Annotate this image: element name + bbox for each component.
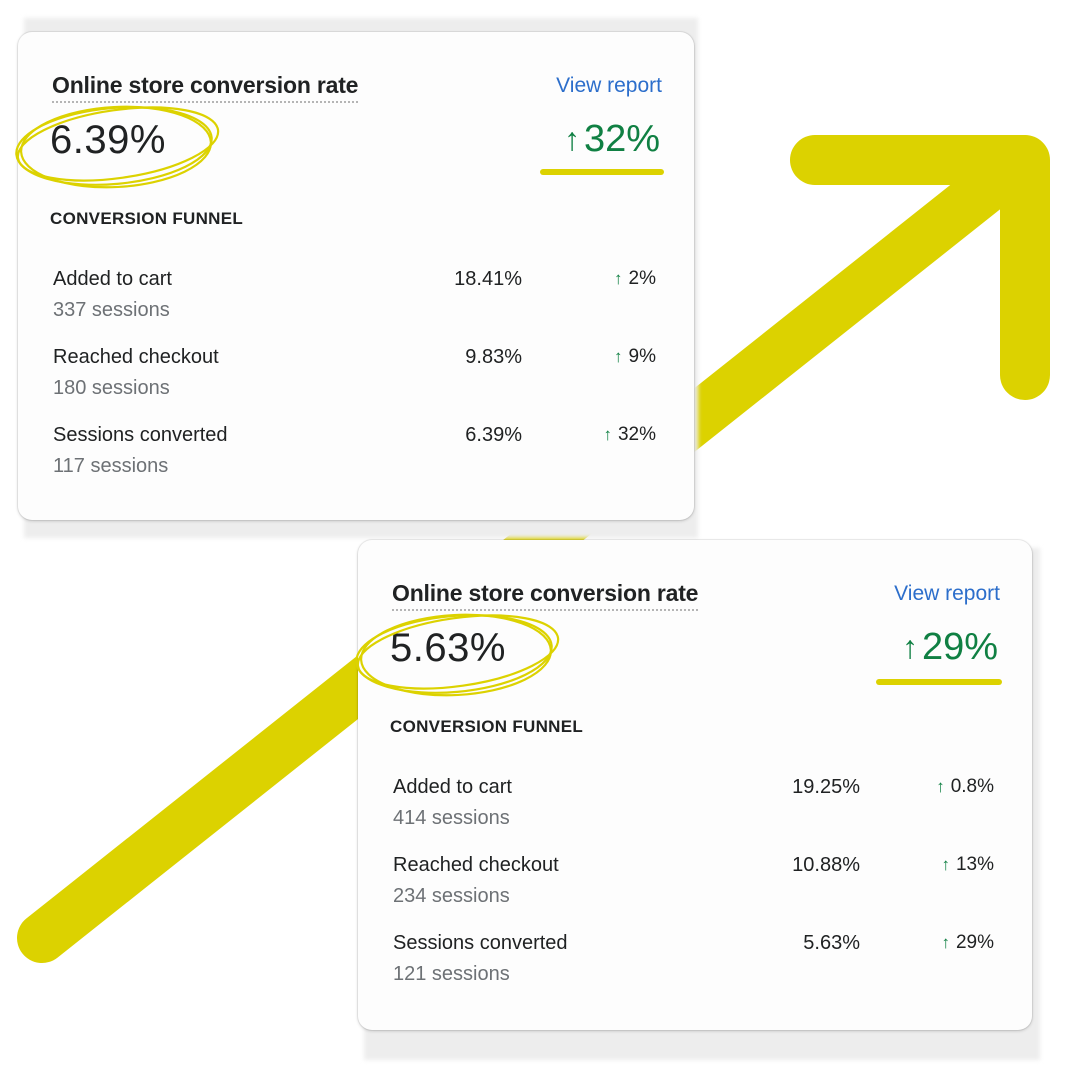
row-delta: ↑ 13% [941, 854, 994, 876]
conversion-card-2: Online store conversion rate View report… [355, 540, 1032, 1030]
highlight-underline [876, 679, 1002, 685]
funnel-row: Sessions converted 117 sessions 6.39% ↑ 3… [53, 424, 658, 486]
row-label: Reached checkout [393, 854, 559, 876]
delta-value: 29% [921, 626, 998, 668]
canvas: Online store conversion rate View report… [0, 0, 1080, 1080]
row-percentage: 19.25% [792, 776, 860, 798]
arrow-up-icon: ↑ [941, 933, 950, 952]
row-percentage: 9.83% [465, 346, 522, 368]
arrow-up-icon: ↑ [603, 425, 612, 444]
arrow-up-icon: ↑ [901, 629, 918, 665]
card-title[interactable]: Online store conversion rate [52, 72, 358, 103]
funnel-row: Added to cart 414 sessions 19.25% ↑ 0.8% [393, 776, 996, 838]
arrow-up-icon: ↑ [941, 855, 950, 874]
row-sessions: 180 sessions [53, 377, 170, 399]
arrow-up-icon: ↑ [614, 269, 623, 288]
highlight-underline [540, 169, 664, 175]
row-delta-value: 13% [955, 854, 994, 875]
arrow-up-icon: ↑ [563, 121, 580, 157]
delta-value: 32% [583, 118, 660, 160]
row-label: Reached checkout [53, 346, 219, 368]
row-delta-value: 2% [628, 268, 656, 289]
row-delta-value: 9% [628, 346, 656, 367]
row-sessions: 414 sessions [393, 807, 510, 829]
conversion-delta: ↑ 32% [564, 118, 660, 161]
funnel-row: Sessions converted 121 sessions 5.63% ↑ 2… [393, 932, 996, 994]
row-delta: ↑ 9% [614, 346, 656, 368]
row-delta: ↑ 29% [941, 932, 994, 954]
row-label: Sessions converted [53, 424, 228, 446]
row-delta-value: 29% [955, 932, 994, 953]
section-heading: CONVERSION FUNNEL [50, 209, 244, 228]
row-percentage: 10.88% [792, 854, 860, 876]
funnel-row: Reached checkout 234 sessions 10.88% ↑ 13… [393, 854, 996, 916]
view-report-link[interactable]: View report [894, 582, 1000, 606]
section-heading: CONVERSION FUNNEL [390, 717, 584, 736]
row-sessions: 234 sessions [393, 885, 510, 907]
row-percentage: 6.39% [465, 424, 522, 446]
conversion-rate-value: 5.63% [390, 626, 506, 670]
row-percentage: 18.41% [454, 268, 522, 290]
row-label: Added to cart [393, 776, 512, 798]
row-label: Added to cart [53, 268, 172, 290]
funnel-row: Reached checkout 180 sessions 9.83% ↑ 9% [53, 346, 658, 408]
arrow-up-icon: ↑ [936, 777, 945, 796]
card-title[interactable]: Online store conversion rate [392, 580, 698, 611]
row-delta: ↑ 0.8% [936, 776, 994, 798]
conversion-card-1: Online store conversion rate View report… [15, 32, 694, 520]
row-delta-value: 32% [617, 424, 656, 445]
conversion-rate-value: 6.39% [50, 118, 166, 162]
row-delta-value: 0.8% [950, 776, 994, 797]
row-sessions: 121 sessions [393, 963, 510, 985]
funnel-row: Added to cart 337 sessions 18.41% ↑ 2% [53, 268, 658, 330]
view-report-link[interactable]: View report [556, 74, 662, 98]
conversion-delta: ↑ 29% [902, 626, 998, 669]
row-label: Sessions converted [393, 932, 568, 954]
row-percentage: 5.63% [803, 932, 860, 954]
arrow-up-icon: ↑ [614, 347, 623, 366]
row-sessions: 117 sessions [53, 455, 169, 477]
row-delta: ↑ 32% [603, 424, 656, 446]
row-delta: ↑ 2% [614, 268, 656, 290]
row-sessions: 337 sessions [53, 299, 170, 321]
